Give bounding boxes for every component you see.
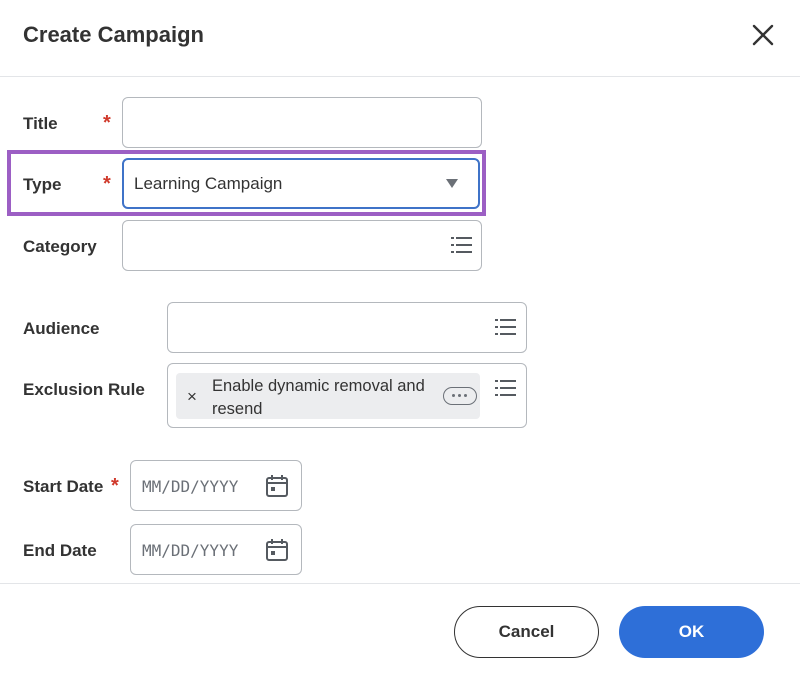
dialog-header: Create Campaign [0,0,800,77]
close-icon [752,24,774,46]
list-icon[interactable] [495,379,517,397]
audience-label: Audience [23,319,100,338]
cancel-button[interactable]: Cancel [454,606,599,658]
type-required-marker: * [103,173,111,195]
calendar-icon[interactable] [265,538,289,562]
more-options-icon[interactable] [443,387,477,405]
remove-chip-icon[interactable]: × [187,387,197,407]
title-input[interactable] [122,97,482,148]
end-date-label: End Date [23,541,97,560]
exclusion-rule-label: Exclusion Rule [23,380,145,399]
start-date-required-marker: * [111,475,119,497]
type-select[interactable]: Learning Campaign [122,158,480,209]
ok-button[interactable]: OK [619,606,764,658]
end-date-placeholder: MM/DD/YYYY [142,541,239,560]
type-select-value: Learning Campaign [134,174,283,193]
title-required-marker: * [103,112,111,134]
list-icon[interactable] [451,236,473,254]
calendar-icon[interactable] [265,474,289,498]
type-label: Type [23,175,62,194]
start-date-input[interactable]: MM/DD/YYYY [130,460,302,511]
title-label: Title [23,114,58,133]
exclusion-rule-input[interactable]: × Enable dynamic removal and resend [167,363,527,428]
list-icon[interactable] [495,318,517,336]
end-date-input[interactable]: MM/DD/YYYY [130,524,302,575]
exclusion-rule-chip-label: Enable dynamic removal and resend [212,377,425,418]
caret-down-icon [446,179,458,188]
category-input[interactable] [122,220,482,271]
start-date-placeholder: MM/DD/YYYY [142,477,239,496]
dialog-footer: Cancel OK [0,583,800,675]
category-label: Category [23,237,97,256]
start-date-label: Start Date [23,477,104,496]
exclusion-rule-chip: × Enable dynamic removal and resend [176,373,480,419]
dialog-title: Create Campaign [23,22,204,47]
audience-input[interactable] [167,302,527,353]
close-button[interactable] [748,20,778,50]
